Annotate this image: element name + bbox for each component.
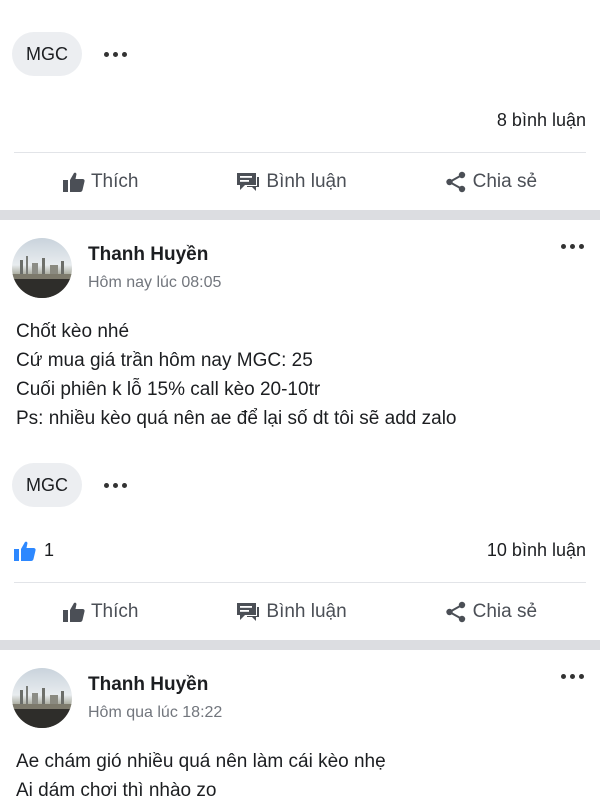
post-line: Cứ mua giá trần hôm nay MGC: 25: [16, 350, 313, 371]
avatar[interactable]: [12, 668, 72, 728]
post-line: Ae chám gió nhiều quá nên làm cái kèo nh…: [16, 751, 386, 772]
post-header: Thanh Huyền Hôm qua lúc 18:22: [12, 666, 588, 730]
post-meta: Thanh Huyền Hôm qua lúc 18:22: [88, 674, 222, 722]
like-reaction-icon: [14, 541, 36, 561]
like-count: 1: [44, 540, 55, 560]
post-header: Thanh Huyền Hôm nay lúc 08:05: [12, 236, 588, 300]
like-label: Thích: [90, 170, 139, 192]
post-separator: [0, 640, 600, 650]
post-text: Chốt kèo nhé Cứ mua giá trần hôm nay MGC…: [16, 317, 586, 433]
post-meta: Thanh Huyền Hôm nay lúc 08:05: [88, 244, 221, 292]
post-line: Cuối phiên k lỗ 15% call kèo 20-10tr: [16, 379, 321, 400]
more-dots-icon[interactable]: [104, 51, 127, 57]
avatar-scene-image: [12, 686, 72, 728]
like-label: Thích: [90, 600, 139, 622]
post-timestamp[interactable]: Hôm nay lúc 08:05: [88, 274, 221, 292]
share-button[interactable]: Chia sẻ: [445, 601, 537, 623]
post-line: Ai dám chơi thì nhào zo: [16, 780, 217, 800]
post-separator: [0, 210, 600, 220]
thumbs-up-icon: [62, 602, 85, 622]
share-label: Chia sẻ: [472, 600, 538, 622]
top-stats-row: 8 bình luận: [14, 110, 586, 131]
more-dots-icon[interactable]: [104, 482, 127, 488]
share-button[interactable]: Chia sẻ: [445, 171, 537, 193]
post-timestamp[interactable]: Hôm qua lúc 18:22: [88, 704, 222, 722]
like-summary[interactable]: 1: [14, 540, 54, 561]
post-tag-row: MGC: [12, 463, 127, 507]
author-name[interactable]: Thanh Huyền: [88, 674, 222, 696]
thumbs-up-icon: [62, 172, 85, 192]
comment-label: Bình luận: [266, 600, 347, 622]
comment-bubble-icon: [237, 172, 260, 191]
like-button[interactable]: Thích: [62, 600, 139, 623]
like-button[interactable]: Thích: [62, 170, 139, 193]
post-action-bar: Thích Bình luận Chia sẻ: [14, 582, 586, 640]
stock-tag[interactable]: MGC: [12, 463, 82, 507]
comment-count[interactable]: 8 bình luận: [497, 110, 586, 131]
more-dots-icon[interactable]: [561, 674, 584, 679]
share-icon: [445, 601, 465, 622]
comment-button[interactable]: Bình luận: [236, 170, 347, 193]
stock-tag[interactable]: MGC: [12, 32, 82, 76]
share-label: Chia sẻ: [472, 170, 538, 192]
avatar[interactable]: [12, 238, 72, 298]
more-dots-icon[interactable]: [561, 244, 584, 249]
post-line: Chốt kèo nhé: [16, 321, 130, 342]
comment-bubble-icon: [237, 602, 260, 621]
avatar-scene-image: [12, 256, 72, 298]
top-action-bar: Thích Bình luận Chia sẻ: [14, 152, 586, 210]
comment-button[interactable]: Bình luận: [236, 600, 347, 623]
post-line: Ps: nhiều kèo quá nên ae để lại số dt tô…: [16, 408, 457, 429]
share-icon: [445, 171, 465, 192]
top-tag-row: MGC: [12, 32, 127, 76]
post-text: Ae chám gió nhiều quá nên làm cái kèo nh…: [16, 747, 586, 800]
comment-label: Bình luận: [266, 170, 347, 192]
post-stats-row: 1 10 bình luận: [14, 540, 586, 561]
comment-count[interactable]: 10 bình luận: [487, 540, 586, 561]
author-name[interactable]: Thanh Huyền: [88, 244, 221, 266]
